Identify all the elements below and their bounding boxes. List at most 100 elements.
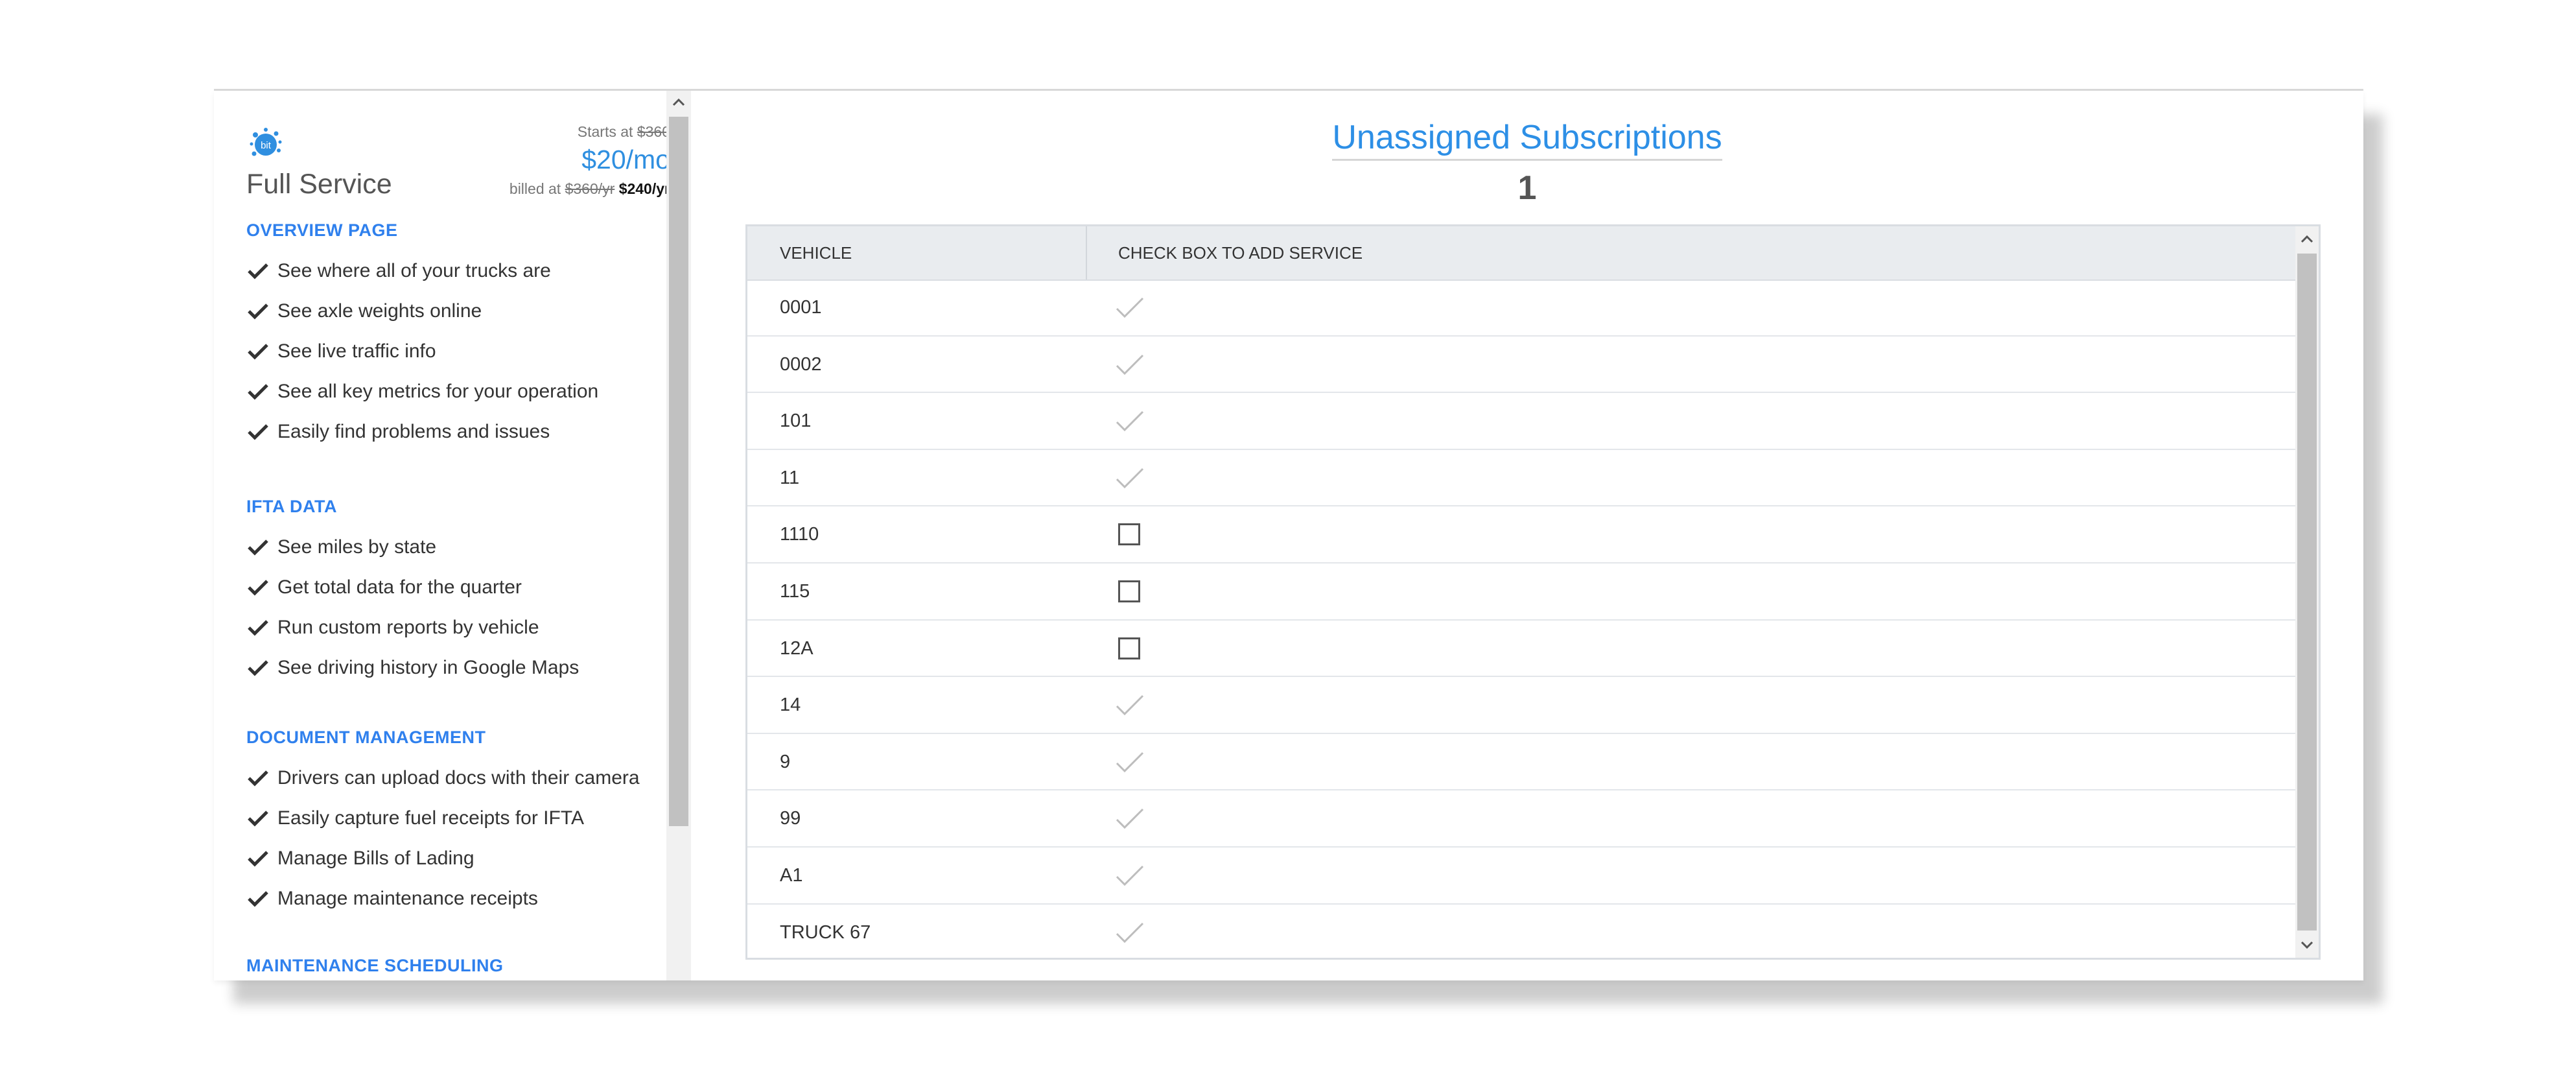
service-cell <box>1113 348 1147 382</box>
checkmark-icon <box>248 891 268 907</box>
check-mark-icon <box>1116 411 1144 432</box>
table-row: 115 <box>747 564 2295 621</box>
vehicle-name: 115 <box>780 580 810 602</box>
service-cell <box>1113 859 1147 893</box>
column-header-add-service: CHECK BOX TO ADD SERVICE <box>1118 243 1363 263</box>
chevron-up-icon[interactable] <box>666 91 691 114</box>
checkmark-icon <box>248 851 268 867</box>
feature-section: MAINTENANCE SCHEDULING <box>246 956 687 980</box>
vehicle-name: 0001 <box>780 297 822 318</box>
checkmark-icon <box>248 303 268 320</box>
vehicle-table: VEHICLE CHECK BOX TO ADD SERVICE 0001 000… <box>745 224 2321 960</box>
service-cell <box>1113 405 1147 438</box>
table-header: VEHICLE CHECK BOX TO ADD SERVICE <box>747 226 2295 281</box>
service-cell <box>1113 462 1147 495</box>
add-service-checkbox[interactable] <box>1118 637 1140 659</box>
vehicle-name: 0002 <box>780 353 822 375</box>
feature-item: Get total data for the quarter <box>246 567 687 608</box>
chevron-up-icon[interactable] <box>2295 226 2319 252</box>
table-row: 11 <box>747 450 2295 507</box>
check-mark-icon <box>1116 354 1144 375</box>
starts-at-line: Starts at $360 <box>509 123 670 141</box>
service-cell[interactable] <box>1113 575 1147 609</box>
add-service-checkbox[interactable] <box>1118 523 1140 546</box>
feature-item: Drivers can upload docs with their camer… <box>246 758 687 798</box>
table-scrollbar[interactable] <box>2295 226 2319 958</box>
checkmark-icon <box>248 770 268 787</box>
feature-item: Easily find problems and issues <box>246 412 687 452</box>
feature-item: Easily capture fuel receipts for IFTA <box>246 798 687 838</box>
page-title-text: Unassigned Subscriptions <box>1332 119 1722 161</box>
feature-label: See where all of your trucks are <box>277 260 551 281</box>
checkmark-icon <box>248 263 268 279</box>
check-mark-icon <box>1116 752 1144 772</box>
main-content: Unassigned Subscriptions 1 VEHICLE CHECK… <box>691 91 2363 980</box>
feature-label: Manage maintenance receipts <box>277 888 538 909</box>
checkmark-icon <box>248 384 268 400</box>
feature-label: See live traffic info <box>277 340 436 362</box>
price-box: Starts at $360 $20/mo billed at $360/yr … <box>509 123 670 198</box>
vehicle-name: 14 <box>780 694 801 716</box>
sidebar-scroll-thumb[interactable] <box>669 117 688 826</box>
service-cell[interactable] <box>1113 518 1147 552</box>
feature-label: Manage Bills of Lading <box>277 848 474 869</box>
plan-sidebar: bit Full Service Starts at $360 $20/mo b… <box>214 91 691 980</box>
feature-item: See axle weights online <box>246 291 687 331</box>
checkmark-icon <box>248 580 268 596</box>
check-mark-icon <box>1116 865 1144 886</box>
feature-item: See miles by state <box>246 527 687 567</box>
service-cell <box>1113 916 1147 950</box>
chevron-down-icon[interactable] <box>2295 932 2319 958</box>
service-cell <box>1113 746 1147 779</box>
sidebar-scrollbar[interactable] <box>666 91 691 980</box>
table-row: A1 <box>747 848 2295 905</box>
vehicle-name: TRUCK 67 <box>780 921 871 943</box>
vehicle-name: A1 <box>780 864 803 886</box>
vehicle-name: 1110 <box>780 524 819 545</box>
check-mark-icon <box>1116 809 1144 829</box>
billed-at-line: billed at $360/yr $240/yr <box>509 180 670 198</box>
feature-label: See miles by state <box>277 536 437 558</box>
page-title: Unassigned Subscriptions <box>691 118 2363 161</box>
add-service-checkbox[interactable] <box>1118 580 1140 602</box>
table-row: 1110 <box>747 506 2295 564</box>
table-row: 0001 <box>747 279 2295 337</box>
bit-logo-icon: bit <box>250 128 282 156</box>
feature-item: Manage maintenance receipts <box>246 879 687 919</box>
check-mark-icon <box>1116 695 1144 716</box>
vehicle-name: 9 <box>780 751 791 772</box>
feature-item: See all key metrics for your operation <box>246 372 687 412</box>
billed-at-price: $240/yr <box>618 180 670 197</box>
starts-at-label: Starts at <box>577 123 633 140</box>
checkmark-icon <box>248 811 268 827</box>
feature-item: See live traffic info <box>246 331 687 372</box>
checkmark-icon <box>248 540 268 556</box>
billed-at-label: billed at <box>509 180 561 197</box>
vehicle-name: 11 <box>780 467 800 488</box>
table-scroll-thumb[interactable] <box>2297 254 2317 931</box>
column-divider <box>1086 226 1087 279</box>
service-cell <box>1113 291 1147 325</box>
section-title: DOCUMENT MANAGEMENT <box>246 728 486 747</box>
table-row: 12A <box>747 621 2295 678</box>
feature-label: Easily capture fuel receipts for IFTA <box>277 807 584 829</box>
feature-label: See axle weights online <box>277 300 482 322</box>
feature-label: Get total data for the quarter <box>277 576 522 598</box>
feature-item: See where all of your trucks are <box>246 251 687 291</box>
feature-label: Run custom reports by vehicle <box>277 617 539 638</box>
service-cell[interactable] <box>1113 632 1147 666</box>
unassigned-count: 1 <box>1517 169 1537 207</box>
table-row: TRUCK 67 <box>747 905 2295 958</box>
service-cell <box>1113 689 1147 722</box>
section-title: MAINTENANCE SCHEDULING <box>246 956 504 975</box>
billed-at-original-price: $360/yr <box>565 180 615 197</box>
feature-label: Easily find problems and issues <box>277 421 550 442</box>
section-title: OVERVIEW PAGE <box>246 220 398 240</box>
feature-item: Run custom reports by vehicle <box>246 608 687 648</box>
table-row: 99 <box>747 790 2295 848</box>
logo-text: bit <box>261 140 272 151</box>
vehicle-name: 99 <box>780 808 801 829</box>
table-body: 0001 0002 101 11 1110 115 12A 14 9 99 A1 TRUCK 67 <box>747 279 2295 958</box>
subscription-panel: bit Full Service Starts at $360 $20/mo b… <box>214 91 2363 980</box>
checkmark-icon <box>248 620 268 636</box>
